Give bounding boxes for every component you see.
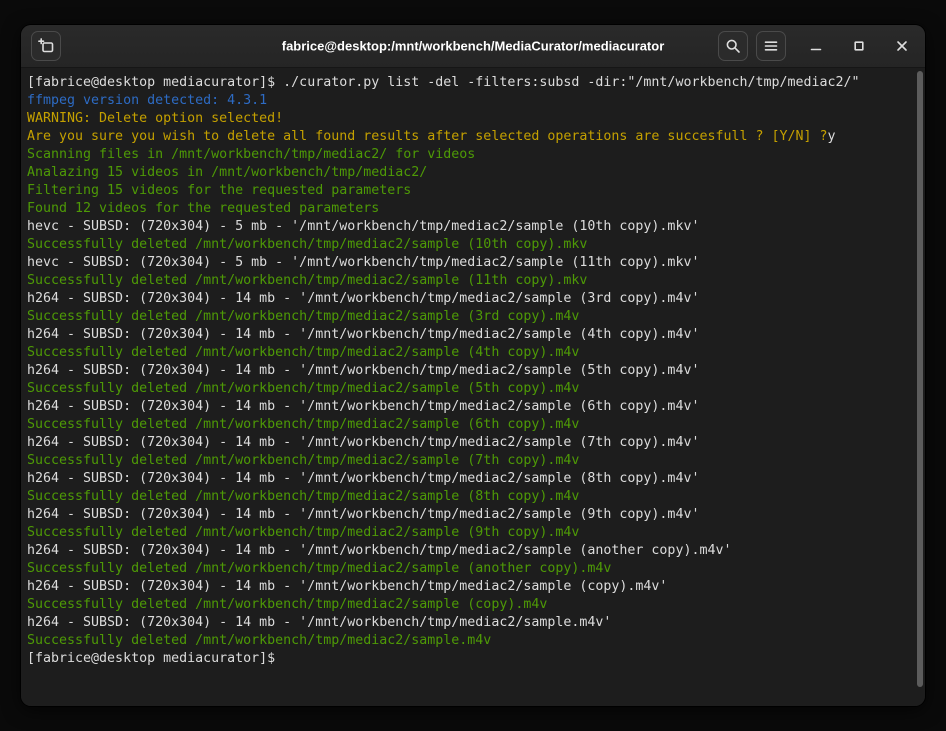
terminal-text-segment: y [828,129,836,144]
terminal-line: h264 - SUBSD: (720x304) - 14 mb - '/mnt/… [27,614,909,632]
terminal-output: [fabrice@desktop mediacurator]$ ./curato… [21,68,925,674]
terminal-viewport[interactable]: [fabrice@desktop mediacurator]$ ./curato… [21,68,925,706]
terminal-text-segment: Successfully deleted /mnt/workbench/tmp/… [27,525,579,540]
window-title: fabrice@desktop:/mnt/workbench/MediaCura… [282,39,665,54]
terminal-text-segment: h264 - SUBSD: (720x304) - 14 mb - '/mnt/… [27,543,731,558]
terminal-text-segment: Scanning files in /mnt/workbench/tmp/med… [27,147,475,162]
terminal-line: Successfully deleted /mnt/workbench/tmp/… [27,416,909,434]
terminal-line: Filtering 15 videos for the requested pa… [27,182,909,200]
terminal-line: Are you sure you wish to delete all foun… [27,128,909,146]
terminal-text-segment: Successfully deleted /mnt/workbench/tmp/… [27,309,579,324]
terminal-text-segment: Successfully deleted /mnt/workbench/tmp/… [27,633,491,648]
terminal-line: h264 - SUBSD: (720x304) - 14 mb - '/mnt/… [27,434,909,452]
terminal-line: h264 - SUBSD: (720x304) - 14 mb - '/mnt/… [27,398,909,416]
terminal-line: WARNING: Delete option selected! [27,110,909,128]
search-button[interactable] [718,31,748,61]
terminal-text-segment: Successfully deleted /mnt/workbench/tmp/… [27,237,587,252]
terminal-text-segment: h264 - SUBSD: (720x304) - 14 mb - '/mnt/… [27,615,611,630]
terminal-line: Scanning files in /mnt/workbench/tmp/med… [27,146,909,164]
terminal-text-segment: Successfully deleted /mnt/workbench/tmp/… [27,417,579,432]
terminal-text-segment: Successfully deleted /mnt/workbench/tmp/… [27,345,579,360]
new-tab-icon [38,38,54,54]
terminal-text-segment: Successfully deleted /mnt/workbench/tmp/… [27,489,579,504]
terminal-line: [fabrice@desktop mediacurator]$ ./curato… [27,74,909,92]
terminal-line: h264 - SUBSD: (720x304) - 14 mb - '/mnt/… [27,578,909,596]
terminal-text-segment: h264 - SUBSD: (720x304) - 14 mb - '/mnt/… [27,399,699,414]
new-tab-button[interactable] [31,31,61,61]
minimize-button[interactable] [803,33,829,59]
headerbar-controls [718,31,915,61]
menu-button[interactable] [756,31,786,61]
terminal-text-segment: Successfully deleted /mnt/workbench/tmp/… [27,561,611,576]
terminal-line: h264 - SUBSD: (720x304) - 14 mb - '/mnt/… [27,326,909,344]
terminal-text-segment: Successfully deleted /mnt/workbench/tmp/… [27,381,579,396]
terminal-text-segment: h264 - SUBSD: (720x304) - 14 mb - '/mnt/… [27,363,699,378]
terminal-line: Successfully deleted /mnt/workbench/tmp/… [27,272,909,290]
terminal-line: Successfully deleted /mnt/workbench/tmp/… [27,632,909,650]
close-icon [894,38,910,54]
scrollbar[interactable] [915,68,924,706]
terminal-text-segment: WARNING: Delete option selected! [27,111,283,126]
terminal-line: Successfully deleted /mnt/workbench/tmp/… [27,380,909,398]
terminal-line: Successfully deleted /mnt/workbench/tmp/… [27,452,909,470]
menu-icon [763,38,779,54]
terminal-line: Successfully deleted /mnt/workbench/tmp/… [27,488,909,506]
terminal-text-segment: h264 - SUBSD: (720x304) - 14 mb - '/mnt/… [27,507,699,522]
close-button[interactable] [889,33,915,59]
terminal-line: h264 - SUBSD: (720x304) - 14 mb - '/mnt/… [27,362,909,380]
terminal-text-segment: h264 - SUBSD: (720x304) - 14 mb - '/mnt/… [27,327,699,342]
terminal-line: Successfully deleted /mnt/workbench/tmp/… [27,596,909,614]
terminal-line: Successfully deleted /mnt/workbench/tmp/… [27,308,909,326]
terminal-line: h264 - SUBSD: (720x304) - 14 mb - '/mnt/… [27,506,909,524]
terminal-text-segment: h264 - SUBSD: (720x304) - 14 mb - '/mnt/… [27,471,699,486]
terminal-text-segment: ffmpeg version detected: 4.3.1 [27,93,267,108]
terminal-line: ffmpeg version detected: 4.3.1 [27,92,909,110]
desktop-background: fabrice@desktop:/mnt/workbench/MediaCura… [0,0,946,731]
terminal-text-segment: hevc - SUBSD: (720x304) - 5 mb - '/mnt/w… [27,255,699,270]
terminal-text-segment: Found 12 videos for the requested parame… [27,201,379,216]
terminal-window: fabrice@desktop:/mnt/workbench/MediaCura… [21,25,925,706]
terminal-text-segment: Analazing 15 videos in /mnt/workbench/tm… [27,165,427,180]
terminal-line: Successfully deleted /mnt/workbench/tmp/… [27,344,909,362]
terminal-text-segment: h264 - SUBSD: (720x304) - 14 mb - '/mnt/… [27,579,667,594]
terminal-line: Successfully deleted /mnt/workbench/tmp/… [27,560,909,578]
terminal-line: h264 - SUBSD: (720x304) - 14 mb - '/mnt/… [27,542,909,560]
terminal-line: Successfully deleted /mnt/workbench/tmp/… [27,236,909,254]
terminal-line: [fabrice@desktop mediacurator]$ [27,650,909,668]
terminal-text-segment: hevc - SUBSD: (720x304) - 5 mb - '/mnt/w… [27,219,699,234]
terminal-line: Found 12 videos for the requested parame… [27,200,909,218]
terminal-line: hevc - SUBSD: (720x304) - 5 mb - '/mnt/w… [27,254,909,272]
terminal-text-segment: h264 - SUBSD: (720x304) - 14 mb - '/mnt/… [27,291,699,306]
terminal-line: h264 - SUBSD: (720x304) - 14 mb - '/mnt/… [27,470,909,488]
maximize-icon [851,38,867,54]
maximize-button[interactable] [846,33,872,59]
terminal-line: Analazing 15 videos in /mnt/workbench/tm… [27,164,909,182]
terminal-line: Successfully deleted /mnt/workbench/tmp/… [27,524,909,542]
scrollbar-thumb[interactable] [917,71,923,687]
terminal-text-segment: h264 - SUBSD: (720x304) - 14 mb - '/mnt/… [27,435,699,450]
terminal-text-segment: Successfully deleted /mnt/workbench/tmp/… [27,597,547,612]
minimize-icon [808,38,824,54]
terminal-text-segment: Successfully deleted /mnt/workbench/tmp/… [27,273,587,288]
search-icon [725,38,741,54]
terminal-text-segment: Successfully deleted /mnt/workbench/tmp/… [27,453,579,468]
terminal-text-segment: [fabrice@desktop mediacurator]$ ./curato… [27,75,860,90]
headerbar: fabrice@desktop:/mnt/workbench/MediaCura… [21,25,925,68]
terminal-text-segment: Are you sure you wish to delete all foun… [27,129,828,144]
terminal-text-segment: [fabrice@desktop mediacurator]$ [27,651,275,666]
terminal-line: h264 - SUBSD: (720x304) - 14 mb - '/mnt/… [27,290,909,308]
terminal-text-segment: Filtering 15 videos for the requested pa… [27,183,411,198]
terminal-line: hevc - SUBSD: (720x304) - 5 mb - '/mnt/w… [27,218,909,236]
